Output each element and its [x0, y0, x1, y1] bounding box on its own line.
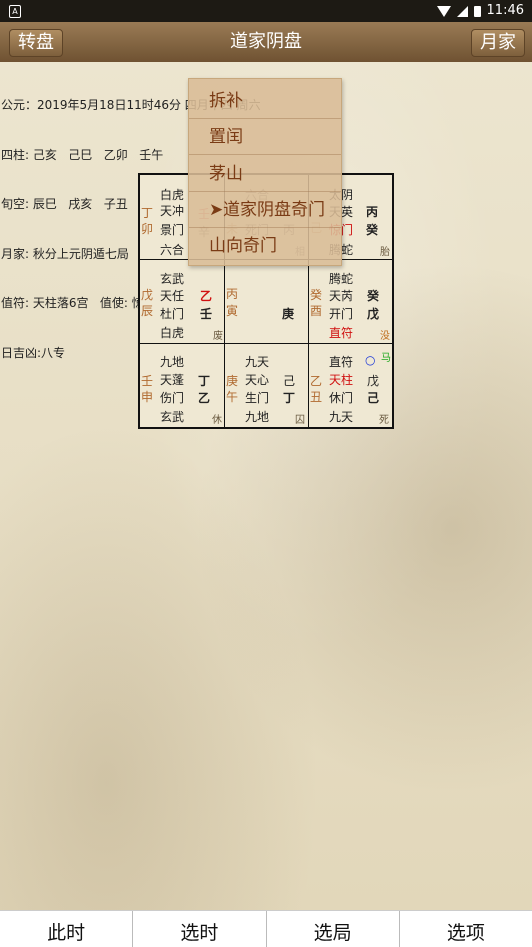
cell-stem-a: 癸: [310, 288, 323, 302]
cell-stem-a: 壬: [141, 374, 154, 388]
cell-deity: 九天: [329, 410, 354, 424]
cell-deity: 白虎: [160, 326, 185, 340]
cell-stem-right1: 丁: [198, 374, 211, 388]
cell-door: 生门: [245, 391, 270, 405]
cell-deity: 玄武: [160, 410, 185, 424]
rotate-plate-button[interactable]: 转盘: [9, 29, 63, 57]
cell-state: 没: [380, 331, 390, 342]
method-dropdown-menu: 拆补 置闰 茅山 ➤ 道家阴盘奇门 山向奇门: [188, 78, 342, 266]
cell-god: 九地: [160, 355, 185, 369]
page-title: 道家阴盘: [230, 31, 302, 52]
palace-cell: 直符 天柱 乙 休门 丑 九天 ○ 马 戊 己 死: [309, 344, 392, 427]
cell-stem-b: 辰: [141, 304, 154, 318]
menu-item-shanxiang[interactable]: 山向奇门: [189, 228, 341, 264]
cell-door: 开门: [329, 307, 354, 321]
notification-icon: A: [9, 5, 21, 18]
cell-stem-a: 戊: [141, 288, 154, 302]
cell-stem-b: 申: [141, 390, 154, 404]
cell-stem-a: 丁: [141, 206, 154, 220]
palace-cell: 九天 天心 庚 生门 午 九地 己 丁 囚: [225, 344, 309, 427]
cell-stem-a: 丙: [226, 287, 239, 301]
cell-state: 囚: [295, 415, 305, 426]
cell-door: 景门: [160, 223, 185, 237]
menu-item-daojia-yinpan[interactable]: ➤ 道家阴盘奇门: [189, 192, 341, 228]
cell-stem-b: 卯: [141, 222, 154, 236]
cell-circle-mark: ○: [365, 353, 376, 367]
now-button[interactable]: 此时: [0, 911, 134, 947]
options-button[interactable]: 选项: [400, 911, 532, 947]
cell-star: 天芮: [329, 289, 354, 303]
cell-stem-right1: 戊: [367, 374, 380, 388]
cell-stem-right: 庚: [282, 307, 295, 321]
cell-deity: 直符: [329, 326, 354, 340]
cell-stem-a: 乙: [310, 374, 323, 388]
menu-item-label: 道家阴盘奇门: [223, 200, 325, 220]
cell-stem-b: 酉: [310, 304, 323, 318]
month-family-button[interactable]: 月家: [471, 29, 525, 57]
signal-icon: [456, 5, 468, 17]
cell-god: 白虎: [160, 188, 185, 202]
cell-god: 腾蛇: [329, 272, 354, 286]
cell-stem-right1: 乙: [200, 289, 213, 303]
palace-cell: 玄武 天任 戊 杜门 辰 白虎 乙 壬 废: [140, 260, 225, 344]
cell-stem-right1: 丙: [366, 205, 379, 219]
bottom-toolbar: 此时 选时 选局 选项: [0, 910, 532, 947]
palace-cell: 腾蛇 天芮 癸 开门 酉 直符 癸 戊 没: [309, 260, 392, 344]
menu-item-chaibu[interactable]: 拆补: [189, 83, 341, 119]
cell-deity: 六合: [160, 243, 185, 257]
cell-stem-right1: 癸: [367, 289, 380, 303]
cell-god: 玄武: [160, 272, 185, 286]
battery-icon: [473, 5, 481, 17]
cell-door: 休门: [329, 391, 354, 405]
status-time: 11:46: [486, 3, 524, 18]
cell-stem-right2: 壬: [200, 307, 213, 321]
cell-god: 直符: [329, 355, 354, 369]
status-bar: A 11:46: [0, 0, 532, 22]
cell-star: 天冲: [160, 204, 185, 218]
cell-stem-b: 午: [226, 390, 239, 404]
cell-stem-a: 庚: [226, 374, 239, 388]
cell-door: 伤门: [160, 391, 185, 405]
cell-star: 天蓬: [160, 373, 185, 387]
cell-deity: 九地: [245, 410, 270, 424]
cell-stem-right2: 己: [367, 391, 380, 405]
cell-stem-right1: 己: [283, 374, 296, 388]
cell-stem-b: 丑: [310, 390, 323, 404]
cell-state: 胎: [380, 247, 390, 258]
cell-stem-b: 寅: [226, 304, 239, 318]
cell-star: 天心: [245, 373, 270, 387]
cell-state: 死: [379, 415, 389, 426]
wifi-icon: [436, 5, 451, 17]
cell-state: 休: [212, 415, 222, 426]
selected-arrow-icon: ➤: [209, 200, 224, 220]
palace-cell-center: 丙 寅 庚: [225, 260, 309, 344]
title-bar: 道家阴盘 转盘 月家: [0, 22, 532, 62]
cell-star: 天柱: [329, 373, 354, 387]
cell-door: 杜门: [160, 307, 185, 321]
menu-item-maoshan[interactable]: 茅山: [189, 156, 341, 192]
cell-star: 天任: [160, 289, 185, 303]
select-time-button[interactable]: 选时: [133, 911, 267, 947]
cell-stem-right2: 戊: [367, 307, 380, 321]
menu-item-zhirun[interactable]: 置闰: [189, 119, 341, 155]
palace-cell: 九地 天蓬 壬 伤门 申 玄武 丁 乙 休: [140, 344, 225, 427]
cell-stem-right2: 丁: [283, 391, 296, 405]
cell-stem-right2: 乙: [198, 391, 211, 405]
cell-stem-right2: 癸: [366, 223, 379, 237]
cell-god: 九天: [245, 355, 270, 369]
cell-state: 废: [213, 331, 223, 342]
select-ju-button[interactable]: 选局: [267, 911, 400, 947]
cell-horse-tag: 马: [381, 353, 391, 364]
